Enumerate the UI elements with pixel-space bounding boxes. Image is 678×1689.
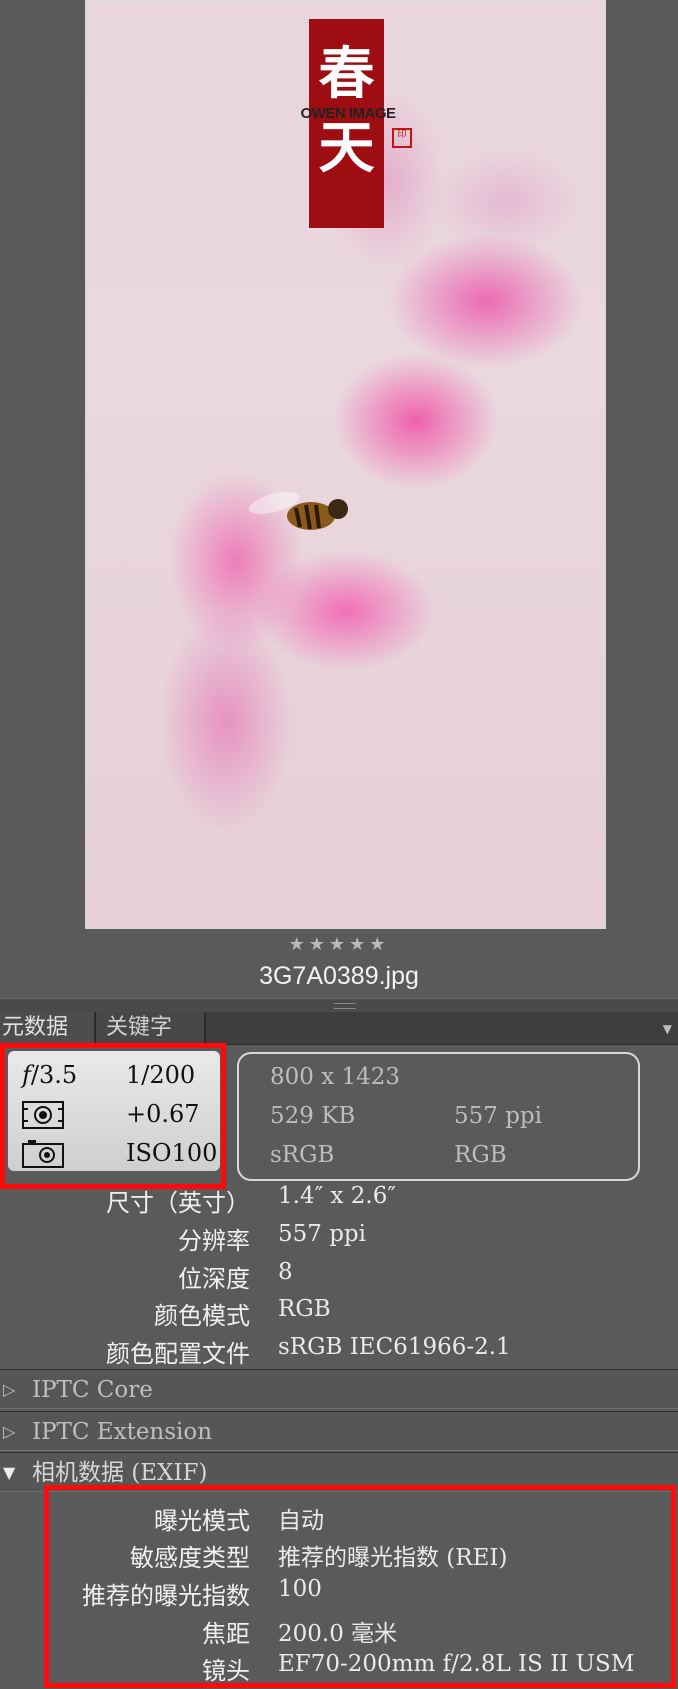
tab-metadata[interactable]: 元数据: [0, 1012, 96, 1044]
section-label: 相机数据 (EXIF): [32, 1460, 208, 1486]
panel-menu-icon[interactable]: ▼: [663, 1022, 672, 1036]
file-name: 3G7A0389.jpg: [259, 962, 419, 990]
section-label: IPTC Extension: [32, 1419, 213, 1445]
field-value: sRGB IEC61966-2.1: [278, 1334, 511, 1360]
field-value: 推荐的曝光指数 (REI): [278, 1545, 508, 1571]
field-value: 1.4″ x 2.6″: [278, 1183, 396, 1209]
field-value: RGB: [278, 1296, 331, 1322]
color-profile-short: sRGB: [270, 1142, 335, 1168]
exposure-summary: 𝑓/3.5 1/200 +0.67 ISO100: [8, 1051, 220, 1171]
field-label: 推荐的曝光指数: [82, 1582, 250, 1610]
field-label: 焦距: [202, 1620, 250, 1648]
field-label: 颜色模式: [154, 1302, 250, 1330]
file-resolution: 557 ppi: [454, 1103, 543, 1129]
watermark-text: OWEN IMAGE: [300, 105, 397, 122]
field-label: 颜色配置文件: [106, 1340, 250, 1368]
field-value: 200.0 毫米: [278, 1621, 398, 1647]
aperture-value: 𝑓/3.5: [22, 1061, 78, 1089]
seal-stamp: 印: [392, 128, 412, 148]
bee-illustration: [248, 492, 348, 530]
expand-arrow-icon[interactable]: ▷: [3, 1412, 15, 1452]
section-label: IPTC Core: [32, 1377, 153, 1403]
collapse-arrow-icon[interactable]: ▼: [3, 1453, 15, 1493]
camera-icon: [22, 1140, 64, 1168]
calligraphy-banner: 春天: [309, 19, 384, 228]
field-value: 100: [278, 1576, 322, 1602]
splitter-grip-icon[interactable]: [334, 1003, 356, 1009]
field-value: 8: [278, 1259, 293, 1285]
color-mode-short: RGB: [454, 1142, 507, 1168]
field-label: 分辨率: [178, 1227, 250, 1255]
field-value: 自动: [278, 1508, 324, 1534]
section-iptc-core[interactable]: ▷ IPTC Core: [0, 1369, 678, 1409]
image-preview[interactable]: 春天 OWEN IMAGE 印: [85, 0, 606, 929]
file-size: 529 KB: [270, 1103, 356, 1129]
section-exif[interactable]: ▼ 相机数据 (EXIF): [0, 1452, 678, 1492]
field-label: 位深度: [178, 1265, 250, 1293]
field-label: 尺寸（英寸）: [106, 1189, 250, 1217]
field-label: 敏感度类型: [130, 1544, 250, 1572]
shutter-value: 1/200: [126, 1061, 196, 1089]
field-value: 557 ppi: [278, 1221, 367, 1247]
field-label: 镜头: [202, 1657, 250, 1685]
field-value: EF70-200mm f/2.8L IS II USM: [278, 1651, 635, 1677]
file-info-box: 800 x 1423 529 KB 557 ppi sRGB RGB: [237, 1052, 640, 1181]
exposure-compensation-value: +0.67: [126, 1100, 200, 1128]
iso-value: ISO100: [126, 1139, 218, 1167]
metering-mode-icon: [22, 1101, 64, 1129]
panel-tab-bar: 元数据 关键字 ▼: [0, 1012, 678, 1045]
tab-keywords[interactable]: 关键字: [96, 1012, 206, 1044]
expand-arrow-icon[interactable]: ▷: [3, 1370, 15, 1410]
star-rating[interactable]: ★★★★★: [0, 934, 678, 955]
section-iptc-extension[interactable]: ▷ IPTC Extension: [0, 1411, 678, 1451]
image-dimensions: 800 x 1423: [270, 1064, 401, 1090]
field-label: 曝光模式: [154, 1507, 250, 1535]
